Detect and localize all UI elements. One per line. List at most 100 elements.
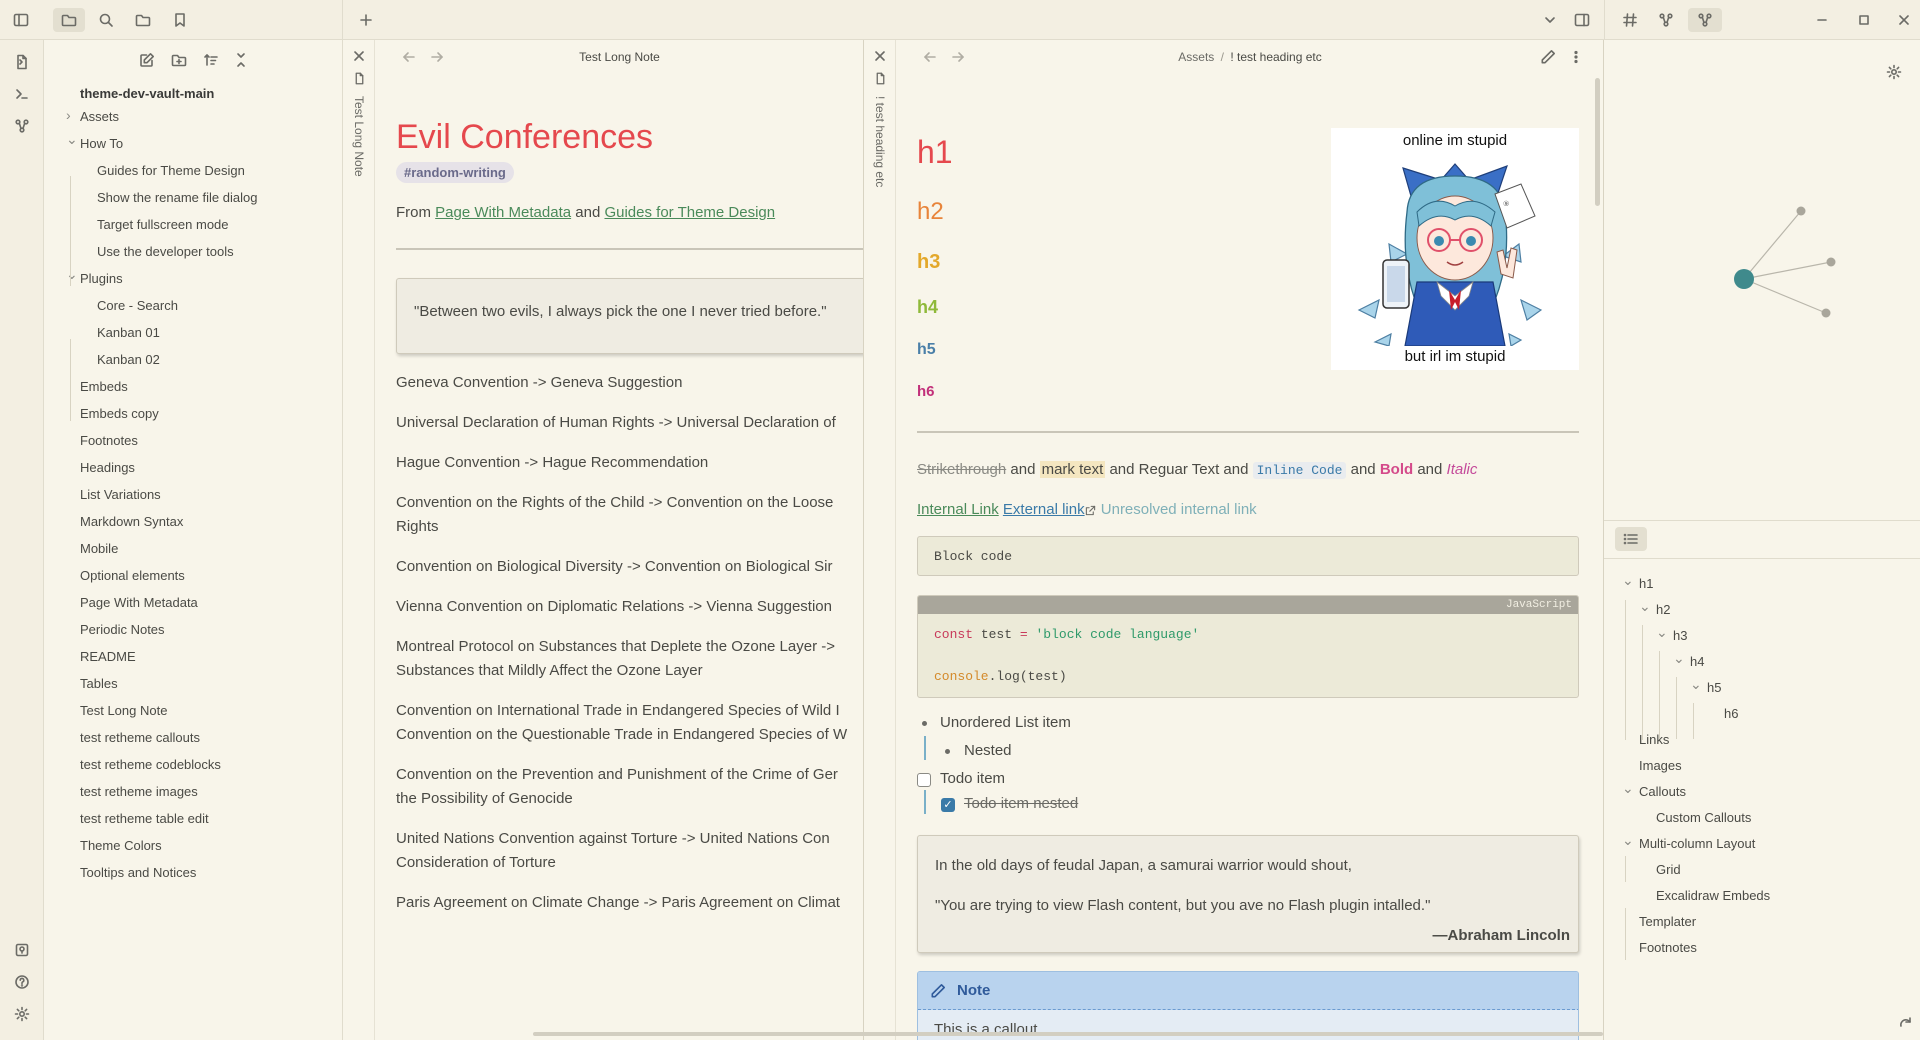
edit-mode-icon[interactable] bbox=[1540, 49, 1556, 65]
horizontal-scrollbar[interactable] bbox=[533, 1032, 1603, 1036]
todo-checkbox[interactable] bbox=[917, 773, 931, 787]
open-quick-switcher-icon[interactable] bbox=[10, 50, 34, 74]
outline-item[interactable]: Templater bbox=[1639, 914, 1696, 929]
tree-item[interactable]: Embeds copy bbox=[80, 406, 159, 421]
tree-item[interactable]: Core - Search bbox=[97, 298, 178, 313]
graph-settings-icon[interactable] bbox=[1884, 62, 1904, 82]
chevron-right-icon[interactable]: › bbox=[66, 107, 71, 123]
new-folder-icon[interactable] bbox=[168, 50, 190, 70]
internal-link-guides[interactable]: Guides for Theme Design bbox=[604, 204, 775, 221]
tree-item[interactable]: Use the developer tools bbox=[97, 244, 234, 259]
tree-item[interactable]: Headings bbox=[80, 460, 135, 475]
breadcrumb-note[interactable]: ! test heading etc bbox=[1230, 50, 1321, 64]
search-icon[interactable] bbox=[95, 10, 117, 30]
chevron-down-icon[interactable] bbox=[1539, 10, 1561, 30]
tree-item[interactable]: test retheme callouts bbox=[80, 730, 200, 745]
local-graph[interactable] bbox=[1724, 200, 1844, 360]
chevron-down-icon[interactable]: ⌄ bbox=[1622, 780, 1634, 797]
tree-item[interactable]: Guides for Theme Design bbox=[97, 163, 245, 178]
outline-item[interactable]: Footnotes bbox=[1639, 940, 1697, 955]
outline-item[interactable]: Callouts bbox=[1639, 784, 1686, 799]
close-window-icon[interactable] bbox=[1893, 10, 1915, 30]
external-link[interactable]: External link bbox=[1003, 501, 1085, 518]
todo-checkbox-checked[interactable]: ✓ bbox=[941, 798, 955, 812]
more-options-icon[interactable] bbox=[1568, 49, 1584, 65]
outline-item[interactable]: h1 bbox=[1639, 576, 1653, 591]
tree-item[interactable]: Tables bbox=[80, 676, 118, 691]
tree-item[interactable]: Markdown Syntax bbox=[80, 514, 183, 529]
tree-item[interactable]: Plugins bbox=[80, 271, 123, 286]
chevron-down-icon[interactable]: ⌄ bbox=[1656, 624, 1668, 641]
new-tab-icon[interactable] bbox=[355, 10, 377, 30]
tree-item[interactable]: Embeds bbox=[80, 379, 128, 394]
chevron-down-icon[interactable]: ⌄ bbox=[66, 266, 78, 283]
tree-item[interactable]: test retheme images bbox=[80, 784, 198, 799]
outline-item[interactable]: h4 bbox=[1690, 654, 1704, 669]
graph-node[interactable] bbox=[1826, 257, 1836, 267]
tree-item[interactable]: Mobile bbox=[80, 541, 118, 556]
bookmark-icon[interactable] bbox=[169, 10, 191, 30]
scrollbar-thumb[interactable] bbox=[1595, 78, 1600, 206]
folder-icon[interactable] bbox=[132, 10, 154, 30]
graph-node[interactable] bbox=[1796, 206, 1806, 216]
callout-header[interactable]: Note bbox=[918, 972, 1578, 1010]
internal-link-page-with-metadata[interactable]: Page With Metadata bbox=[435, 204, 571, 221]
tag-pill[interactable]: #random-writing bbox=[396, 162, 514, 183]
tags-icon[interactable] bbox=[1619, 10, 1641, 30]
chevron-down-icon[interactable]: ⌄ bbox=[66, 131, 78, 148]
maximize-icon[interactable] bbox=[1853, 10, 1875, 30]
tree-item[interactable]: Theme Colors bbox=[80, 838, 162, 853]
chevron-down-icon[interactable]: ⌄ bbox=[1639, 598, 1651, 615]
pane1-stack-tab[interactable]: Test Long Note bbox=[343, 40, 375, 1040]
breadcrumb-folder[interactable]: Assets bbox=[1178, 50, 1214, 64]
minimize-icon[interactable] bbox=[1811, 10, 1833, 30]
vault-switcher-icon[interactable] bbox=[10, 938, 34, 962]
sidebar-toggle-icon[interactable] bbox=[10, 10, 32, 30]
tree-item[interactable]: Optional elements bbox=[80, 568, 185, 583]
new-note-icon[interactable] bbox=[136, 50, 158, 70]
tree-item[interactable]: Periodic Notes bbox=[80, 622, 165, 637]
outline-item[interactable]: h5 bbox=[1707, 680, 1721, 695]
outline-item[interactable]: Multi-column Layout bbox=[1639, 836, 1755, 851]
backlinks-icon[interactable] bbox=[1655, 10, 1677, 30]
graph-node[interactable] bbox=[1821, 308, 1831, 318]
pane2-stack-tab[interactable]: ! test heading etc bbox=[864, 40, 896, 1040]
tree-item[interactable]: Footnotes bbox=[80, 433, 138, 448]
tree-item[interactable]: Test Long Note bbox=[80, 703, 167, 718]
graph-node-current[interactable] bbox=[1734, 269, 1754, 289]
chevron-down-icon[interactable]: ⌄ bbox=[1622, 572, 1634, 589]
sort-icon[interactable] bbox=[200, 50, 222, 70]
chevron-down-icon[interactable]: ⌄ bbox=[1673, 650, 1685, 667]
right-sidebar-toggle-icon[interactable] bbox=[1571, 10, 1593, 30]
tree-item[interactable]: Tooltips and Notices bbox=[80, 865, 196, 880]
outline-tab-icon[interactable] bbox=[1615, 527, 1647, 551]
tree-item[interactable]: README bbox=[80, 649, 136, 664]
internal-link[interactable]: Internal Link bbox=[917, 501, 999, 518]
outline-item[interactable]: h6 bbox=[1724, 706, 1738, 721]
graph-ribbon-icon[interactable] bbox=[10, 114, 34, 138]
tree-item[interactable]: Kanban 02 bbox=[97, 352, 160, 367]
help-icon[interactable] bbox=[10, 970, 34, 994]
pane1-title[interactable]: Test Long Note bbox=[343, 50, 863, 64]
command-palette-icon[interactable] bbox=[10, 82, 34, 106]
outline-item[interactable]: Excalidraw Embeds bbox=[1656, 888, 1770, 903]
outline-item[interactable]: Images bbox=[1639, 758, 1682, 773]
unresolved-link[interactable]: Unresolved internal link bbox=[1101, 501, 1257, 518]
settings-icon[interactable] bbox=[10, 1002, 34, 1026]
tree-item[interactable]: test retheme codeblocks bbox=[80, 757, 221, 772]
chevron-down-icon[interactable]: ⌄ bbox=[1690, 676, 1702, 693]
tree-item[interactable]: Target fullscreen mode bbox=[97, 217, 229, 232]
tree-item[interactable]: Kanban 01 bbox=[97, 325, 160, 340]
files-tab-icon[interactable] bbox=[53, 8, 85, 32]
outline-item[interactable]: Custom Callouts bbox=[1656, 810, 1751, 825]
tree-item[interactable]: Assets bbox=[80, 109, 119, 124]
outline-item[interactable]: Links bbox=[1639, 732, 1669, 747]
tree-item[interactable]: Page With Metadata bbox=[80, 595, 198, 610]
tree-item[interactable]: How To bbox=[80, 136, 123, 151]
graph-view-icon[interactable] bbox=[1688, 8, 1722, 32]
outline-item[interactable]: h2 bbox=[1656, 602, 1670, 617]
outline-item[interactable]: h3 bbox=[1673, 628, 1687, 643]
chevron-down-icon[interactable]: ⌄ bbox=[1622, 832, 1634, 849]
vault-name[interactable]: theme-dev-vault-main bbox=[80, 86, 214, 101]
collapse-all-icon[interactable] bbox=[230, 50, 252, 70]
